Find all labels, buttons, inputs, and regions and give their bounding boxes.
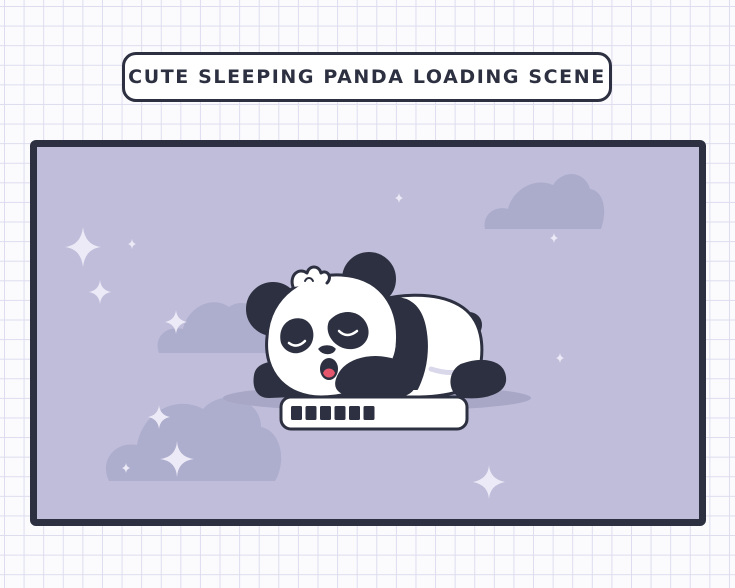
loading-segment (305, 406, 317, 420)
loading-bar (279, 395, 469, 431)
cloud-icon (105, 397, 282, 481)
loading-segment (334, 406, 346, 420)
sparkle-icon (128, 239, 136, 249)
loading-segment (320, 406, 331, 420)
sparkle-icon (550, 233, 558, 243)
page-title: CUTE SLEEPING PANDA LOADING SCENE (128, 66, 606, 88)
scene-illustration (65, 174, 605, 499)
loading-segment (363, 406, 375, 420)
panda-nose (318, 345, 336, 355)
sparkle-icon (89, 280, 111, 304)
loading-segment (349, 406, 360, 420)
loading-segment (291, 406, 302, 420)
cloud-icon (484, 174, 605, 229)
panda-illustration (223, 252, 531, 411)
sparkle-icon (473, 465, 505, 499)
sparkle-icon (395, 193, 403, 203)
panda-hind-leg (450, 360, 507, 399)
scene-panel (30, 140, 706, 526)
title-banner: CUTE SLEEPING PANDA LOADING SCENE (122, 52, 612, 102)
sparkle-icon (556, 353, 564, 363)
sparkle-icon (65, 227, 101, 267)
